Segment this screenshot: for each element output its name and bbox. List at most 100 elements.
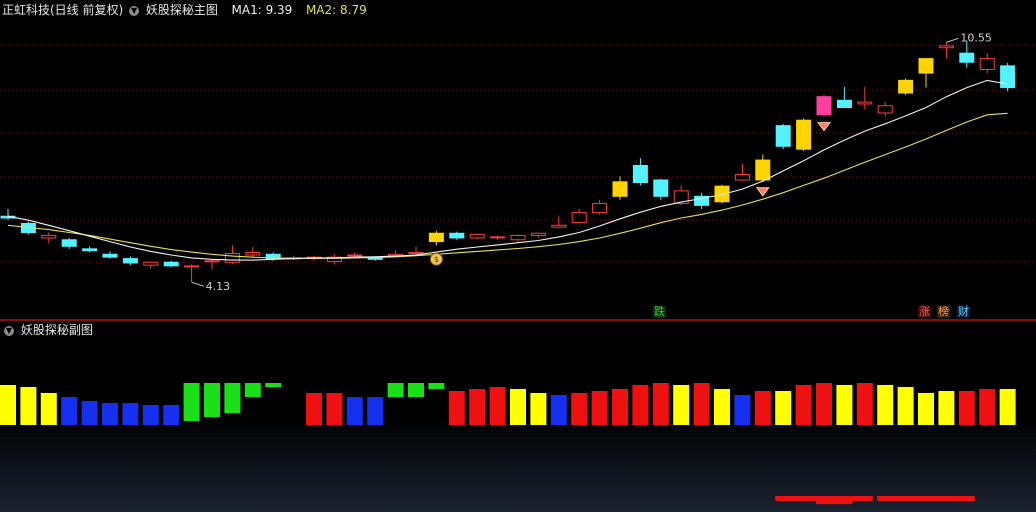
indicator-bar <box>448 391 465 425</box>
candle-body <box>245 251 261 256</box>
candle-body <box>163 261 179 267</box>
indicator-bar <box>591 391 608 425</box>
candle-body <box>592 203 608 214</box>
main-header: 正虹科技(日线 前复权) ▼ 妖股探秘主图 MA1: 9.39 MA2: 8.7… <box>2 2 367 18</box>
indicator-bar <box>163 405 180 425</box>
indicator-bar <box>775 391 792 425</box>
indicator-bar <box>408 383 424 397</box>
indicator-bar <box>102 403 118 425</box>
candle-body <box>510 234 526 241</box>
indicator-bar <box>693 383 710 425</box>
candle-body <box>918 58 934 74</box>
indicator-bar <box>81 401 98 425</box>
indicator-bar <box>897 387 914 425</box>
ma1-line <box>7 79 1008 261</box>
candle-body <box>796 119 812 150</box>
sub-indicator-name[interactable]: 妖股探秘副图 <box>21 323 93 337</box>
indicator-bar <box>244 383 261 397</box>
indicator-bar <box>673 385 690 425</box>
indicator-bar <box>61 397 78 425</box>
diamond-icon <box>816 122 832 132</box>
indicator-bar <box>0 385 16 425</box>
indicator-bar <box>979 389 996 425</box>
indicator-bar <box>469 389 486 425</box>
candle-body <box>979 58 995 70</box>
candle-body <box>857 101 873 105</box>
indicator-bar <box>734 395 751 425</box>
ma1-label: MA1: 9.39 <box>231 3 293 17</box>
stock-label: 正虹科技(日线 前复权) <box>2 3 124 17</box>
low-price-label: 4.13 <box>206 280 231 293</box>
indicator-bar <box>387 383 404 397</box>
chevron-down-icon[interactable]: ▼ <box>4 325 14 336</box>
indicator-bar <box>571 393 588 425</box>
indicator-bar <box>612 389 628 425</box>
main-chart-panel[interactable]: 10.55 4.13 $ 正虹科技(日线 前复权) ▼ 妖股探秘主图 MA1: 9.… <box>0 0 1036 320</box>
candle-body <box>184 265 200 268</box>
candle-body <box>41 234 57 239</box>
diamond-icon <box>755 187 770 197</box>
main-indicator-name[interactable]: 妖股探秘主图 <box>146 3 218 17</box>
candle-body <box>102 253 118 258</box>
candle-body <box>836 99 852 109</box>
indicator-bar <box>754 391 771 425</box>
candle-body <box>612 181 628 197</box>
indicator-bar <box>40 393 57 425</box>
indicator-bar <box>836 385 853 425</box>
candle-body <box>347 254 363 257</box>
candle-body <box>551 224 567 228</box>
indicator-bar <box>142 405 159 425</box>
candle-body <box>428 232 444 243</box>
indicator-bar <box>530 393 547 425</box>
indicator-bar <box>550 395 567 425</box>
candle-body <box>959 52 975 63</box>
candle-body <box>490 236 506 239</box>
indicator-bar <box>652 383 669 425</box>
high-pointer <box>946 37 959 43</box>
candle-body <box>898 79 914 94</box>
indicator-bar <box>938 391 955 425</box>
indicator-bar <box>918 393 934 425</box>
die-tag: 跌 <box>653 305 666 318</box>
candle-body <box>571 212 587 223</box>
indicator-bar <box>122 403 139 425</box>
indicator-bar <box>326 393 343 425</box>
candle-body <box>449 232 465 239</box>
indicator-bar <box>306 393 322 425</box>
candle-body <box>408 251 424 255</box>
indicator-bar <box>632 385 649 425</box>
candle-body <box>530 232 546 236</box>
candle-body <box>816 96 832 116</box>
candle-body <box>734 174 750 181</box>
candle-body <box>775 125 791 147</box>
indicator-bar <box>510 389 526 425</box>
candle-body <box>122 258 138 264</box>
indicator-bar <box>346 397 363 425</box>
candlestick-chart[interactable]: 10.55 4.13 $ <box>0 0 1036 320</box>
indicator-bar <box>877 385 894 425</box>
candle-body <box>653 179 669 197</box>
ma2-label: MA2: 8.79 <box>305 3 367 17</box>
indicator-bar <box>367 397 384 425</box>
zhang-tag: 涨 <box>918 305 931 318</box>
candle-body <box>61 239 77 247</box>
indicator-bar <box>20 387 37 425</box>
candle-body <box>632 165 648 184</box>
indicator-bar <box>856 383 873 425</box>
candle-body <box>938 45 954 49</box>
ma2-line <box>7 112 1008 259</box>
indicator-bar <box>428 383 445 389</box>
indicator-bar <box>958 391 975 425</box>
chevron-down-icon[interactable]: ▼ <box>129 5 140 16</box>
indicator-bar <box>489 387 506 425</box>
indicator-bar-chart[interactable] <box>0 321 1036 512</box>
sub-chart-panel[interactable]: ▼ 妖股探秘副图 <box>0 321 1036 512</box>
indicator-bar <box>183 383 200 421</box>
high-price-label: 10.55 <box>960 31 992 44</box>
sub-header: ▼ 妖股探秘副图 <box>2 322 93 338</box>
indicator-bar <box>265 383 282 387</box>
candle-body <box>224 253 240 263</box>
indicator-bar <box>714 389 730 425</box>
indicator-bar <box>204 383 220 417</box>
cai-tag: 财 <box>957 305 970 318</box>
